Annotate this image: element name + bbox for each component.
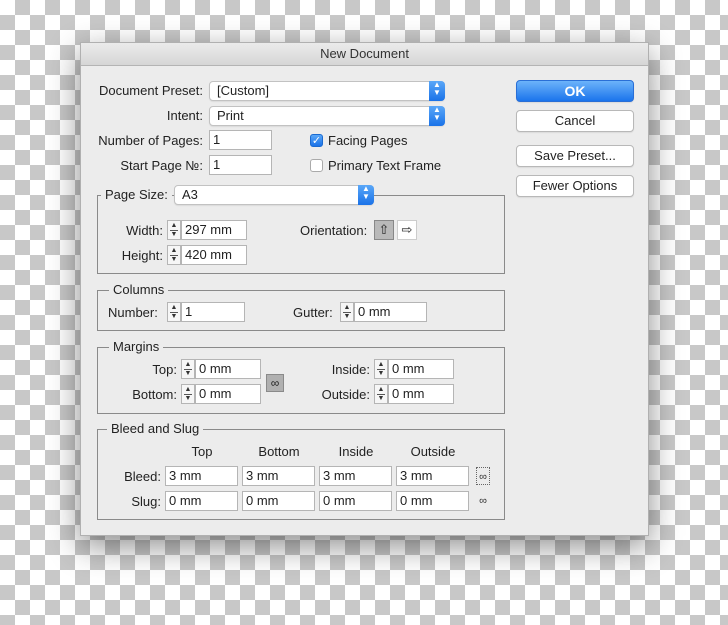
facing-pages-label: Facing Pages xyxy=(328,133,408,148)
bleed-outside-input[interactable]: 3 mm xyxy=(396,466,469,486)
ok-button[interactable]: OK xyxy=(516,80,634,102)
width-input[interactable]: 297 mm xyxy=(181,220,247,240)
margin-bottom-label: Bottom: xyxy=(132,387,177,402)
margin-top-stepper[interactable]: ▲ ▼ xyxy=(181,359,195,379)
bleed-slug-legend: Bleed and Slug xyxy=(107,421,204,436)
select-arrows-icon: ▲ ▼ xyxy=(429,81,445,101)
height-stepper[interactable]: ▲ ▼ xyxy=(167,245,181,265)
number-of-pages-input[interactable]: 1 xyxy=(209,130,272,150)
margin-outside-input[interactable]: 0 mm xyxy=(388,384,454,404)
slug-link-button[interactable]: ∞ xyxy=(476,492,490,510)
portrait-orientation-button[interactable]: ⇧ xyxy=(374,220,394,240)
page-size-select[interactable]: A3 ▲ ▼ xyxy=(174,185,374,205)
facing-pages-checkbox[interactable]: ✓ xyxy=(310,134,323,147)
margin-bottom-stepper[interactable]: ▲ ▼ xyxy=(181,384,195,404)
intent-value: Print xyxy=(217,108,244,123)
primary-text-frame-label: Primary Text Frame xyxy=(328,158,442,173)
gutter-input[interactable]: 0 mm xyxy=(354,302,427,322)
column-header-outside: Outside xyxy=(410,444,456,459)
slug-outside-input[interactable]: 0 mm xyxy=(396,491,469,511)
margin-top-label: Top: xyxy=(152,362,177,377)
width-stepper[interactable]: ▲ ▼ xyxy=(167,220,181,240)
dialog-title: New Document xyxy=(81,43,648,66)
document-preset-label: Document Preset: xyxy=(98,83,203,98)
chain-link-icon: ∞ xyxy=(479,471,487,483)
cancel-button[interactable]: Cancel xyxy=(516,110,634,132)
bleed-bottom-input[interactable]: 3 mm xyxy=(242,466,315,486)
orientation-label: Orientation: xyxy=(300,223,368,238)
page-size-label: Page Size: xyxy=(101,187,172,202)
margin-top-input[interactable]: 0 mm xyxy=(195,359,261,379)
bleed-label: Bleed: xyxy=(124,469,161,484)
bleed-link-button[interactable]: ∞ xyxy=(476,467,490,485)
margin-inside-label: Inside: xyxy=(331,362,370,377)
margin-bottom-input[interactable]: 0 mm xyxy=(195,384,261,404)
document-preset-value: [Custom] xyxy=(217,83,270,98)
margin-inside-input[interactable]: 0 mm xyxy=(388,359,454,379)
document-preset-select[interactable]: [Custom] ▲ ▼ xyxy=(209,81,445,101)
number-of-pages-label: Number of Pages: xyxy=(98,133,203,148)
margins-legend: Margins xyxy=(109,339,164,354)
margin-inside-stepper[interactable]: ▲ ▼ xyxy=(374,359,388,379)
bleed-top-input[interactable]: 3 mm xyxy=(165,466,238,486)
chain-link-icon: ∞ xyxy=(270,376,280,390)
page-size-value: A3 xyxy=(182,187,198,202)
gutter-label: Gutter: xyxy=(293,305,333,320)
slug-top-input[interactable]: 0 mm xyxy=(165,491,238,511)
landscape-page-icon: ⇨ xyxy=(401,222,413,237)
select-arrows-icon: ▲ ▼ xyxy=(429,106,445,126)
margin-outside-stepper[interactable]: ▲ ▼ xyxy=(374,384,388,404)
columns-legend: Columns xyxy=(109,282,169,297)
column-header-top: Top xyxy=(191,444,213,459)
gutter-stepper[interactable]: ▲ ▼ xyxy=(340,302,354,322)
height-label: Height: xyxy=(121,248,163,263)
chain-link-icon: ∞ xyxy=(479,495,487,507)
height-input[interactable]: 420 mm xyxy=(181,245,247,265)
slug-inside-input[interactable]: 0 mm xyxy=(319,491,392,511)
column-number-stepper[interactable]: ▲ ▼ xyxy=(167,302,181,322)
slug-bottom-input[interactable]: 0 mm xyxy=(242,491,315,511)
column-number-input[interactable]: 1 xyxy=(181,302,245,322)
select-arrows-icon: ▲ ▼ xyxy=(358,185,374,205)
portrait-page-icon: ⇧ xyxy=(378,222,390,237)
fewer-options-button[interactable]: Fewer Options xyxy=(516,175,634,197)
new-document-dialog: New Document Document Preset: [Custom] ▲… xyxy=(80,42,649,536)
slug-label: Slug: xyxy=(131,494,161,509)
column-header-bottom: Bottom xyxy=(258,444,300,459)
bleed-inside-input[interactable]: 3 mm xyxy=(319,466,392,486)
start-page-label: Start Page №: xyxy=(120,158,203,173)
landscape-orientation-button[interactable]: ⇨ xyxy=(397,220,417,240)
primary-text-frame-checkbox[interactable] xyxy=(310,159,323,172)
start-page-input[interactable]: 1 xyxy=(209,155,272,175)
save-preset-button[interactable]: Save Preset... xyxy=(516,145,634,167)
column-header-inside: Inside xyxy=(338,444,374,459)
column-number-label: Number: xyxy=(108,305,158,320)
intent-select[interactable]: Print ▲ ▼ xyxy=(209,106,445,126)
intent-label: Intent: xyxy=(166,108,203,123)
margin-outside-label: Outside: xyxy=(321,387,370,402)
width-label: Width: xyxy=(126,223,163,238)
